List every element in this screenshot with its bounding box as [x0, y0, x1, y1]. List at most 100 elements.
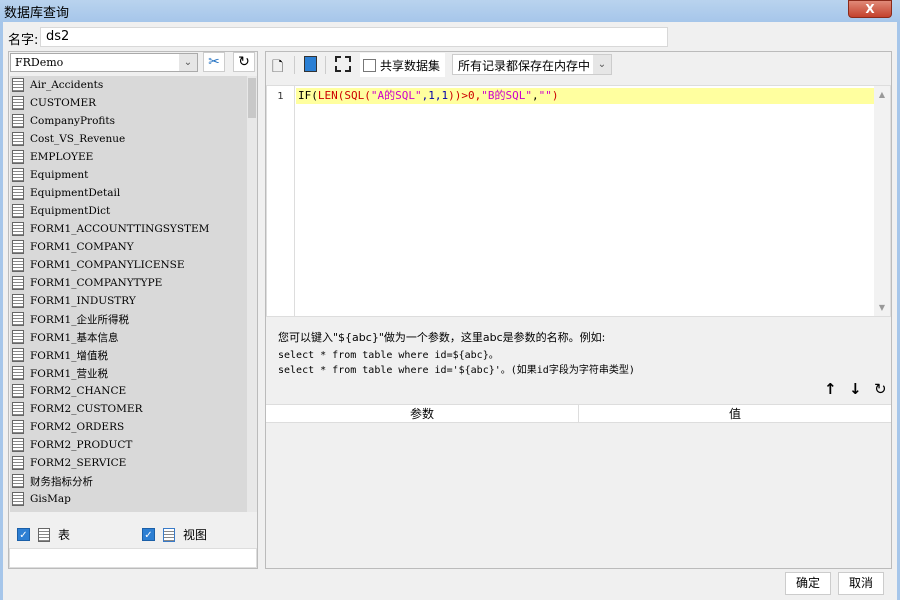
table-name: FORM1_INDUSTRY: [30, 295, 136, 307]
table-list-item[interactable]: FORM1_COMPANY: [10, 238, 247, 256]
storage-select[interactable]: 所有记录都保存在内存中 ⌄: [452, 54, 612, 75]
table-list-item[interactable]: FORM1_基本信息: [10, 328, 247, 346]
scroll-down-icon: ▼: [878, 303, 886, 312]
chevron-down-icon: ⌄: [593, 55, 611, 74]
params-table-body[interactable]: [266, 423, 891, 568]
cancel-button[interactable]: 取消: [838, 572, 884, 595]
connection-dropdown[interactable]: FRDemo ⌄: [10, 53, 198, 72]
table-name: FORM1_企业所得税: [30, 313, 129, 326]
table-icon: [12, 114, 24, 128]
table-list-item[interactable]: FORM2_CHANCE: [10, 382, 247, 400]
table-list-item[interactable]: EquipmentDetail: [10, 184, 247, 202]
table-icon: [12, 348, 24, 362]
move-up-button[interactable]: ↑: [824, 380, 837, 398]
table-list-item[interactable]: Cost_VS_Revenue: [10, 130, 247, 148]
refresh-icon: ↻: [238, 54, 250, 70]
table-icon: [12, 222, 24, 236]
table-list-item[interactable]: FORM2_CUSTOMER: [10, 400, 247, 418]
show-tables-option[interactable]: ✓ 表: [17, 526, 70, 543]
params-table-header: 参数 值: [266, 404, 891, 423]
code-token: SQL(: [344, 89, 371, 102]
table-filter-input[interactable]: [9, 548, 257, 568]
table-name: Cost_VS_Revenue: [30, 133, 126, 145]
scrollbar-thumb[interactable]: [248, 78, 256, 118]
show-views-option[interactable]: ✓ 视图: [142, 526, 207, 543]
move-down-button[interactable]: ↓: [849, 380, 862, 398]
table-icon: [12, 456, 24, 470]
table-icon: [12, 366, 24, 380]
fullscreen-button[interactable]: [335, 56, 351, 72]
table-name: EquipmentDict: [30, 205, 111, 217]
table-name: 财务指标分析: [30, 475, 93, 488]
preview-button[interactable]: 🗋: [272, 56, 283, 80]
table-icon: [12, 204, 24, 218]
share-dataset-label: 共享数据集: [380, 58, 441, 73]
table-name: FORM1_增值税: [30, 349, 108, 362]
table-list-item[interactable]: CUSTOMER: [10, 94, 247, 112]
code-line[interactable]: IF(LEN(SQL("A的SQL",1,1))>0,"B的SQL",""): [296, 88, 874, 104]
table-icon: [38, 527, 50, 542]
table-list-item[interactable]: 财务指标分析: [10, 472, 247, 490]
table-list-item[interactable]: FORM2_SERVICE: [10, 454, 247, 472]
table-icon: [12, 402, 24, 416]
connection-value: FRDemo: [15, 56, 64, 69]
table-name: FORM1_ACCOUNTTINGSYSTEM: [30, 223, 210, 235]
refresh-params-button[interactable]: ↻: [874, 380, 887, 398]
editor-scrollbar[interactable]: ▲ ▼: [874, 86, 890, 316]
table-list-item[interactable]: FORM1_企业所得税: [10, 310, 247, 328]
tables-checkbox[interactable]: ✓: [17, 528, 30, 541]
table-list-item[interactable]: FORM1_营业税: [10, 364, 247, 382]
close-button[interactable]: X: [848, 0, 892, 18]
table-name: FORM1_营业税: [30, 367, 108, 380]
bookmark-button[interactable]: [304, 56, 317, 72]
ok-button[interactable]: 确定: [785, 572, 831, 595]
table-name: FORM1_COMPANY: [30, 241, 134, 253]
refresh-button[interactable]: ↻: [233, 52, 255, 72]
table-name: FORM1_COMPANYLICENSE: [30, 259, 185, 271]
scroll-up-icon: ▲: [878, 90, 886, 99]
table-list-item[interactable]: FORM1_COMPANYTYPE: [10, 274, 247, 292]
table-list-item[interactable]: GisMap: [10, 490, 247, 508]
table-list-item[interactable]: FORM1_增值税: [10, 346, 247, 364]
table-list-item[interactable]: FORM1_ACCOUNTTINGSYSTEM: [10, 220, 247, 238]
table-list-item[interactable]: FORM2_ORDERS: [10, 418, 247, 436]
table-list-item[interactable]: FORM1_COMPANYLICENSE: [10, 256, 247, 274]
sql-editor[interactable]: 1 IF(LEN(SQL("A的SQL",1,1))>0,"B的SQL","")…: [266, 85, 891, 317]
table-name: CompanyProfits: [30, 115, 116, 127]
connection-settings-button[interactable]: ✂: [203, 52, 225, 72]
code-token: "": [538, 89, 552, 102]
table-list-scrollbar[interactable]: [247, 76, 257, 512]
column-header-param[interactable]: 参数: [266, 405, 579, 422]
table-icon: [12, 438, 24, 452]
code-token: ,1,1: [421, 89, 449, 102]
table-list-item[interactable]: EquipmentDict: [10, 202, 247, 220]
help-example-1: select * from table where id=${abc}。: [278, 350, 499, 361]
table-list-item[interactable]: Air_Accidents: [10, 76, 247, 94]
table-list-item[interactable]: FORM1_INDUSTRY: [10, 292, 247, 310]
table-list-item[interactable]: Equipment: [10, 166, 247, 184]
table-list-item[interactable]: FORM2_PRODUCT: [10, 436, 247, 454]
table-list-item[interactable]: CompanyProfits: [10, 112, 247, 130]
tools-icon: ✂: [208, 54, 220, 70]
code-token: "A的SQL": [370, 89, 422, 102]
column-header-value[interactable]: 值: [579, 405, 891, 422]
arrow-down-icon: ↓: [849, 380, 862, 398]
code-token: LEN(: [317, 89, 345, 102]
preview-icon: 🗋: [272, 59, 284, 75]
share-dataset-checkbox[interactable]: [363, 58, 376, 72]
share-dataset-option[interactable]: 共享数据集: [360, 53, 445, 77]
name-input[interactable]: ds2: [40, 27, 668, 47]
table-icon: [12, 132, 24, 146]
views-checkbox[interactable]: ✓: [142, 528, 155, 541]
table-icon: [12, 78, 24, 92]
table-name: FORM2_PRODUCT: [30, 439, 133, 451]
table-list-item[interactable]: EMPLOYEE: [10, 148, 247, 166]
table-name: EMPLOYEE: [30, 151, 94, 163]
table-name: FORM2_SERVICE: [30, 457, 127, 469]
view-icon: [163, 527, 175, 542]
table-name: FORM1_基本信息: [30, 331, 119, 344]
chevron-down-icon: ⌄: [179, 54, 197, 71]
table-icon: [12, 384, 24, 398]
table-list[interactable]: Air_Accidents CUSTOMER CompanyProfits Cost_…: [10, 76, 247, 512]
table-icon: [12, 150, 24, 164]
